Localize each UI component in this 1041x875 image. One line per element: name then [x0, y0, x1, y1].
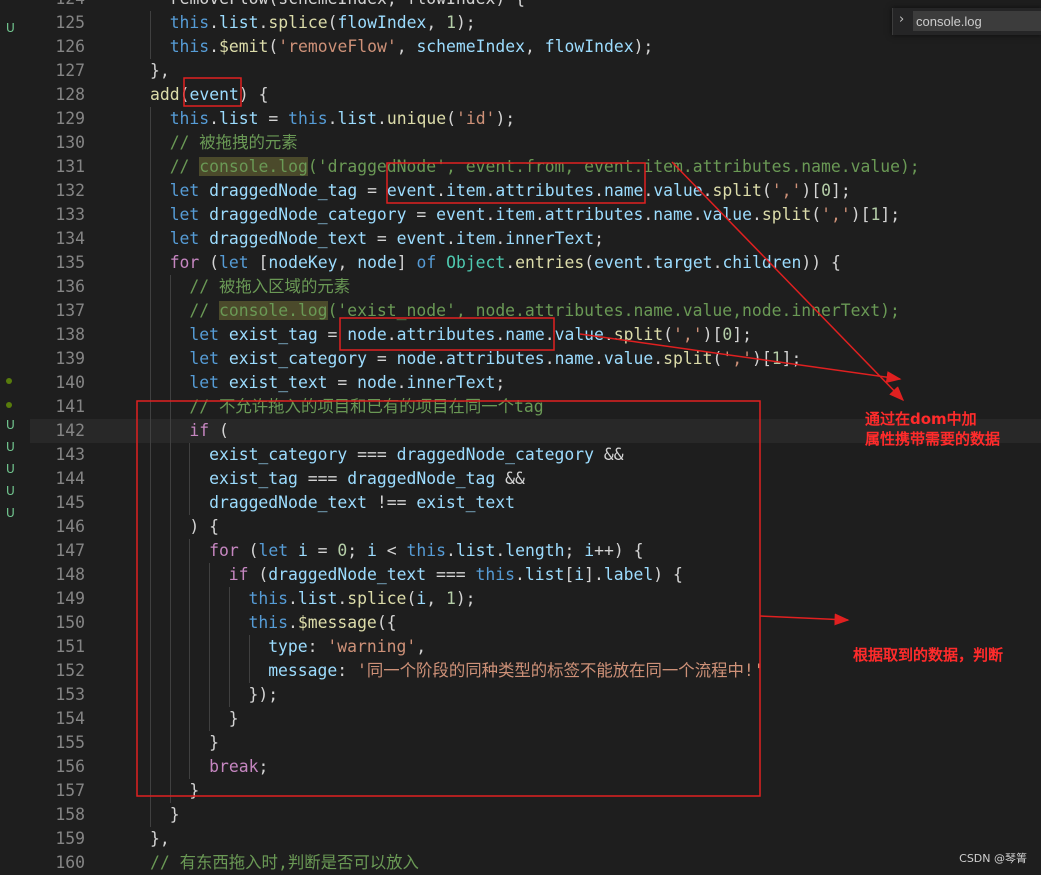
arrow-event — [671, 161, 905, 402]
watermark: CSDN @琴箐 — [959, 852, 1027, 865]
highlight-box-event-attributes — [386, 162, 646, 204]
arrow-condition — [759, 613, 850, 626]
arrow-node — [579, 333, 902, 384]
highlight-box-node-attributes — [339, 317, 555, 351]
annotation-text-line2: 属性携带需要的数据 — [865, 430, 1001, 448]
annotation-judge-by-data: 根据取到的数据，判断 — [853, 646, 1004, 664]
annotation-dom-attributes: 通过在dom中加 属性携带需要的数据 — [865, 409, 1000, 449]
annotation-text-line1: 通过在dom中加 — [865, 410, 977, 428]
highlight-box-condition-block — [136, 400, 761, 797]
highlight-box-event-param — [183, 77, 242, 107]
